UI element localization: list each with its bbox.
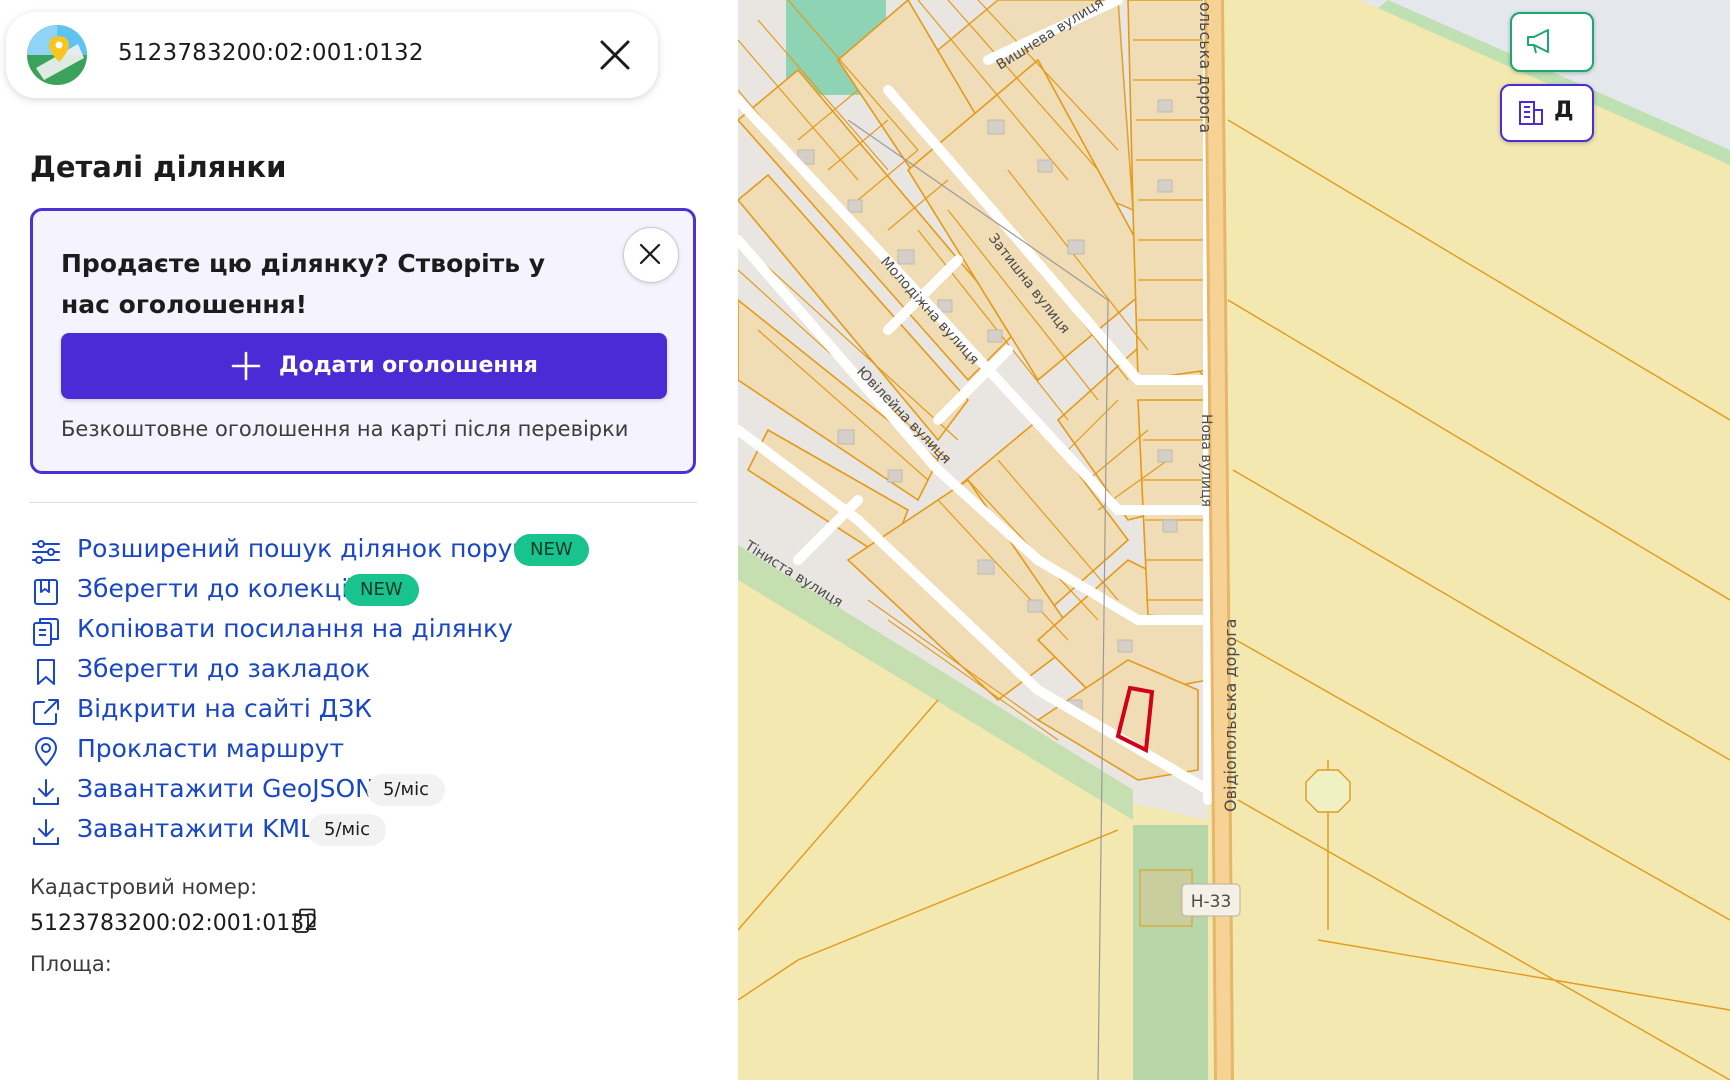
cadastral-value: 5123783200:02:001:0132 (30, 911, 319, 936)
plus-icon (231, 351, 261, 381)
action-label: Відкрити на сайті ДЗК (77, 694, 373, 723)
action-nearby-search[interactable]: Розширений пошук ділянок поруч NEW (30, 532, 630, 570)
copy-link-icon (33, 618, 59, 646)
road-badge-label: Н-33 (1191, 892, 1232, 912)
promo-title: Продаєте цю ділянку? Створіть у нас огол… (61, 249, 546, 319)
cadastral-label: Кадастровий номер: (30, 875, 258, 899)
area-label: Площа: (30, 952, 112, 976)
close-icon[interactable] (598, 38, 632, 72)
megaphone-icon (1527, 29, 1549, 54)
action-label: Зберегти до закладок (77, 654, 371, 683)
close-icon (639, 243, 661, 265)
limit-badge: 5/міс (367, 774, 445, 806)
action-bookmark[interactable]: Зберегти до закладок (30, 652, 370, 690)
add-listing-button[interactable]: Додати оголошення (61, 333, 667, 399)
octagon-feature (1305, 769, 1351, 813)
action-save-collection[interactable]: Зберегти до колекції NEW (30, 572, 450, 610)
details-panel: 5123783200:02:001:0132 Деталі ділянки Пр… (0, 0, 738, 1080)
action-download-geojson[interactable]: Завантажити GeoJSON 5/міс (30, 772, 450, 810)
promo-close-button[interactable] (623, 227, 679, 283)
buildings-button-label: Д (1554, 98, 1574, 123)
divider (30, 502, 697, 503)
bookmark-icon (37, 659, 55, 685)
green-park (1133, 825, 1208, 1080)
page-title: Деталі ділянки (30, 150, 287, 184)
sell-promo-card: Продаєте цю ділянку? Створіть у нас огол… (30, 208, 696, 474)
cadastral-map[interactable]: Вишнева вулиця Затишна вулиця Молодіжна … (738, 0, 1730, 1080)
buildings-button[interactable]: Д (1500, 84, 1594, 142)
action-label: Завантажити KML (77, 814, 315, 843)
action-label: Прокласти маршрут (77, 734, 345, 763)
action-label: Зберегти до колекції (77, 574, 356, 603)
action-route[interactable]: Прокласти маршрут (30, 732, 344, 770)
action-open-dzk[interactable]: Відкрити на сайті ДЗК (30, 692, 372, 730)
feedback-button[interactable] (1510, 12, 1594, 72)
building-icon (1519, 101, 1543, 125)
sliders-icon (32, 540, 60, 564)
search-input[interactable]: 5123783200:02:001:0132 (118, 40, 424, 66)
download-icon (33, 819, 59, 845)
action-label: Завантажити GeoJSON (77, 774, 374, 803)
action-download-kml[interactable]: Завантажити KML 5/міс (30, 812, 390, 850)
map-canvas[interactable]: Вишнева вулиця Затишна вулиця Молодіжна … (738, 0, 1730, 1080)
action-label: Розширений пошук ділянок поруч (77, 534, 528, 563)
limit-badge: 5/міс (308, 814, 386, 846)
external-link-icon (33, 699, 59, 725)
label-ovidiopolska: Овідіопольська дорога (1221, 619, 1240, 812)
label-nova: Нова вулиця (1198, 414, 1214, 507)
action-label: Копіювати посилання на ділянку (77, 614, 513, 643)
collection-icon (34, 579, 58, 605)
new-badge: NEW (514, 534, 589, 566)
action-copy-link[interactable]: Копіювати посилання на ділянку (30, 612, 513, 650)
label-ovidiopolska-top: ольська дорога (1196, 2, 1215, 133)
search-bar[interactable]: 5123783200:02:001:0132 (6, 12, 658, 98)
download-icon (33, 779, 59, 805)
copy-icon[interactable] (293, 908, 317, 934)
add-listing-label: Додати оголошення (279, 353, 538, 378)
map-logo-icon (27, 25, 87, 85)
promo-note: Безкоштовне оголошення на карті після пе… (61, 417, 629, 441)
new-badge: NEW (344, 574, 419, 606)
location-pin-icon (34, 737, 58, 767)
